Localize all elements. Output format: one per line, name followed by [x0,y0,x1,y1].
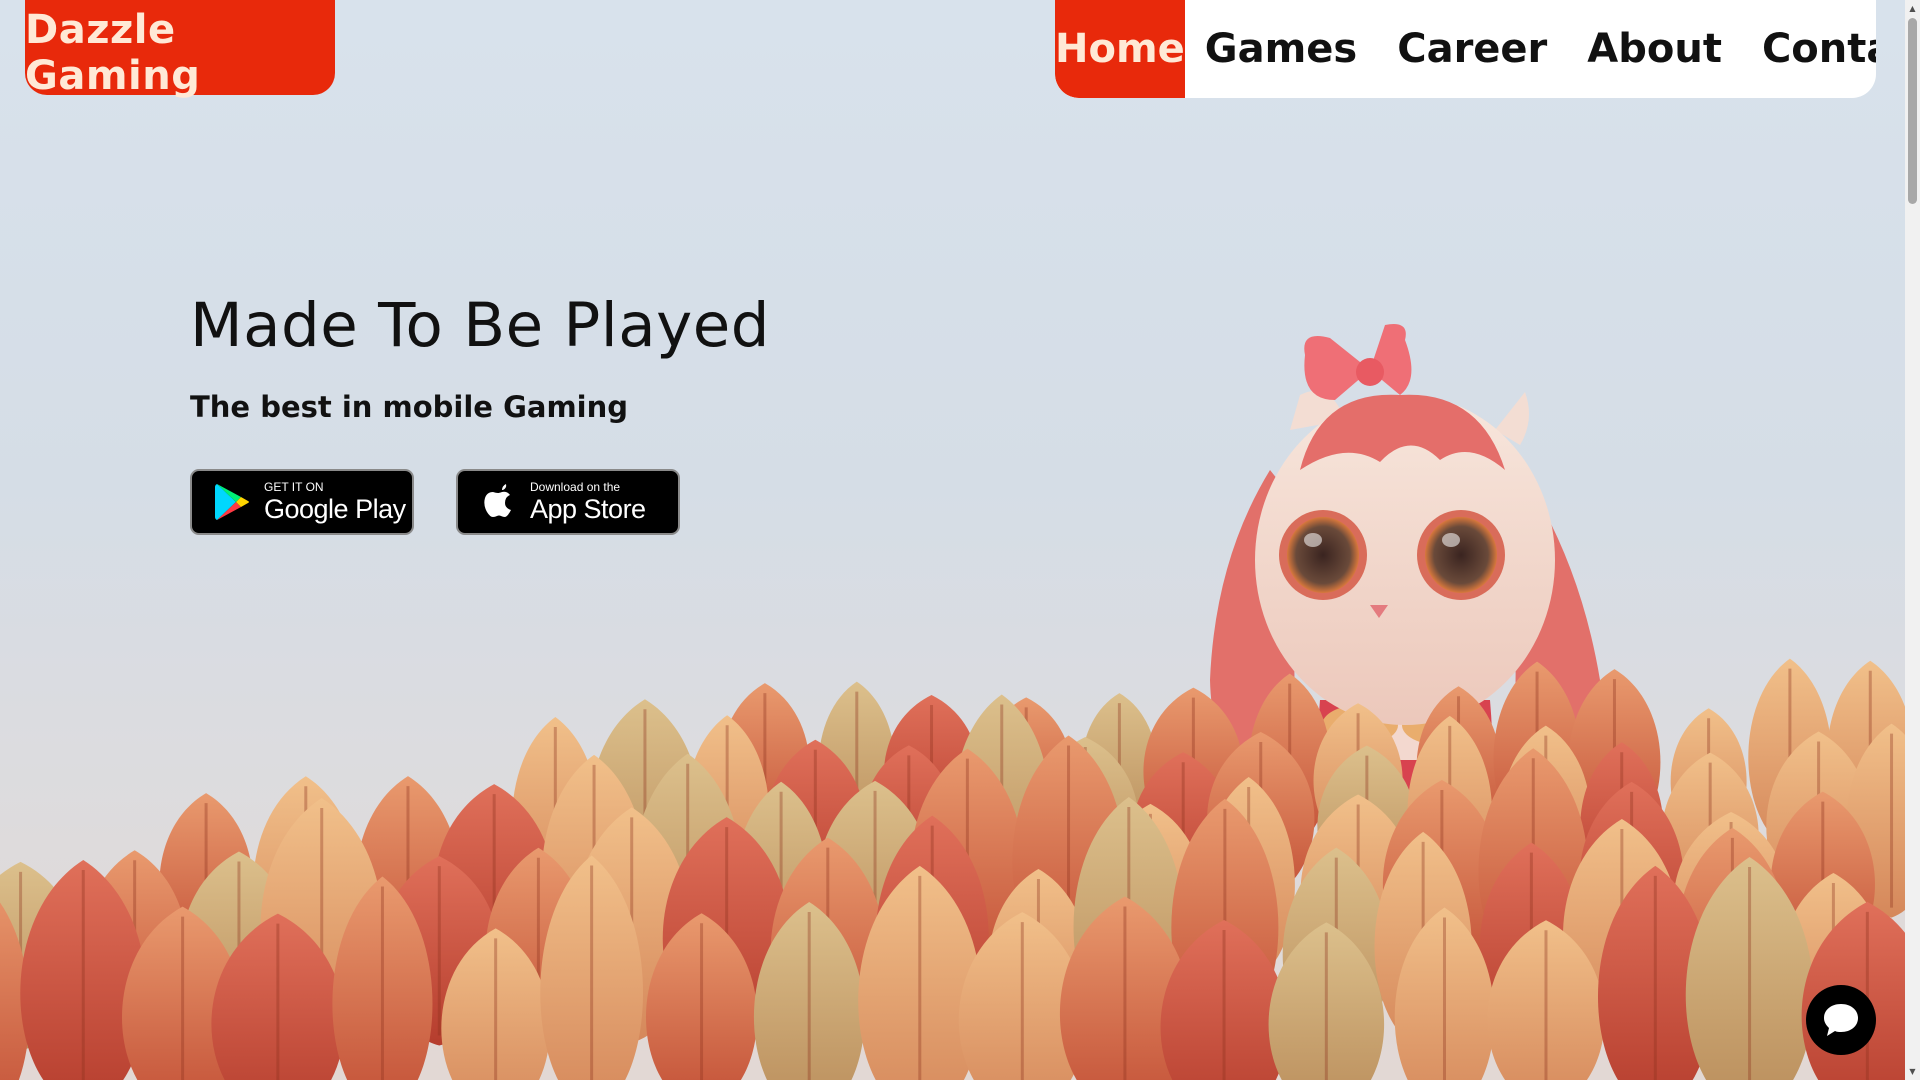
google-play-small-text: GET IT ON [264,480,324,494]
app-store-button[interactable]: Download on the App Store [456,469,680,535]
scroll-down-arrow-icon[interactable]: ▼ [1905,1063,1920,1080]
nav-home-label: Home [1055,26,1185,72]
nav-games-label: Games [1204,26,1358,72]
page: Dazzle Gaming Home Games Career About Co… [0,0,1920,1080]
brand-logo[interactable]: Dazzle Gaming [25,0,335,99]
google-play-button[interactable]: GET IT ON Google Play [190,469,414,535]
app-store-small-text: Download on the [530,480,621,494]
main-nav: Home Games Career About Contact [1055,0,1876,98]
nav-home[interactable]: Home [1055,0,1185,98]
hero-title: Made To Be Played [190,290,770,361]
chat-button[interactable] [1806,985,1876,1055]
vertical-scrollbar[interactable]: ▲ ▼ [1905,0,1920,1080]
nav-career[interactable]: Career [1377,0,1567,98]
scrollbar-thumb[interactable] [1908,18,1917,204]
nav-games[interactable]: Games [1185,0,1377,98]
app-store-big-text: App Store [530,494,646,524]
chat-bubble-icon [1824,1004,1858,1036]
hero-subtitle: The best in mobile Gaming [190,390,629,424]
nav-career-label: Career [1397,26,1548,72]
hero-illustration [0,324,1905,1080]
scroll-up-arrow-icon[interactable]: ▲ [1905,0,1920,17]
nav-about-label: About [1587,26,1722,72]
nav-about[interactable]: About [1567,0,1742,98]
nav-contact-label: Contact [1761,26,1876,72]
google-play-big-text: Google Play [264,494,406,524]
leaf-field [0,658,1905,1080]
google-play-icon [215,484,249,520]
nav-contact[interactable]: Contact [1742,0,1876,98]
brand-logo-text: Dazzle Gaming [25,6,201,99]
apple-icon [484,484,511,517]
